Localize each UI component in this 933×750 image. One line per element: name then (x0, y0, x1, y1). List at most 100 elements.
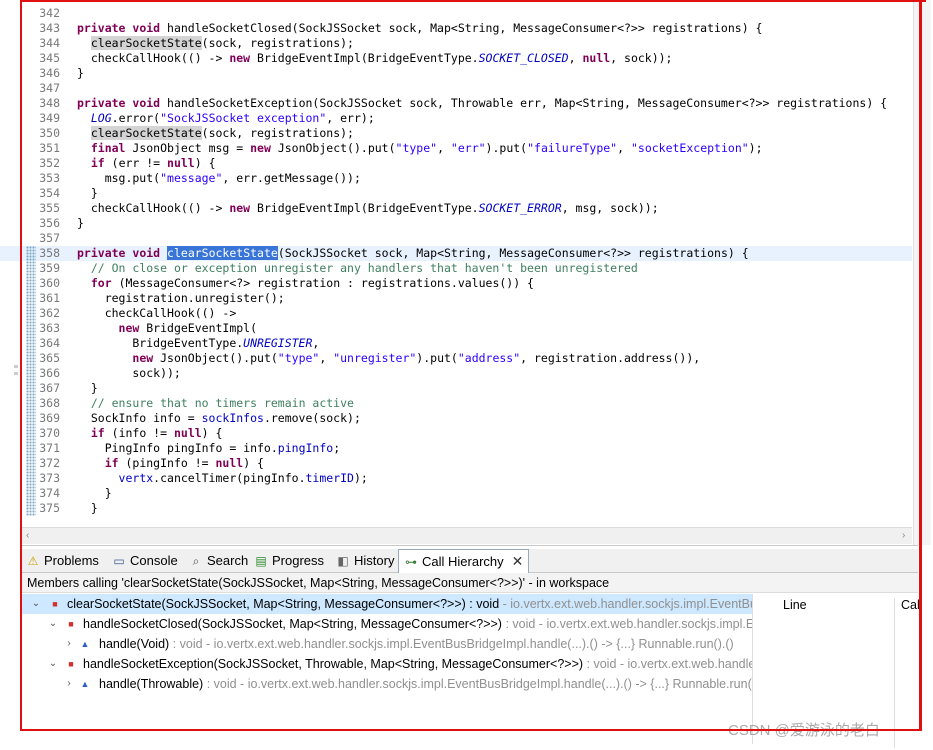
code-line[interactable]: 348 private void handleSocketException(So… (0, 96, 912, 111)
call-hierarchy-tree[interactable]: ⌄ ■ clearSocketState(SockJSSocket, Map<S… (22, 594, 752, 744)
code-line[interactable]: 371 PingInfo pingInfo = info.pingInfo; (0, 441, 912, 456)
code-text: private void handleSocketException(SockJ… (77, 96, 888, 110)
code-line[interactable]: 368 // ensure that no timers remain acti… (0, 396, 912, 411)
line-number: 373 (39, 471, 60, 485)
code-line[interactable]: 365 new JsonObject().put("type", "unregi… (0, 351, 912, 366)
code-line[interactable]: 360 for (MessageConsumer<?> registration… (0, 276, 912, 291)
code-line[interactable]: 356} (0, 216, 912, 231)
tab-call-hierarchy[interactable]: ⊶ Call Hierarchy ✕ (398, 549, 530, 574)
progress-icon: ▤ (255, 553, 267, 568)
line-number: 350 (39, 126, 60, 140)
frame-border-left (20, 0, 22, 730)
code-line[interactable]: 342 (0, 6, 912, 21)
code-line[interactable]: 351 final JsonObject msg = new JsonObjec… (0, 141, 912, 156)
code-text: } (77, 501, 98, 515)
code-line[interactable]: 345 checkCallHook(() -> new BridgeEventI… (0, 51, 912, 66)
tree-row-caller[interactable]: ⌄ ■ handleSocketClosed(SockJSSocket, Map… (22, 614, 752, 634)
code-text: if (err != null) { (90, 156, 216, 170)
tree-row-root[interactable]: ⌄ ■ clearSocketState(SockJSSocket, Map<S… (22, 594, 752, 614)
code-text: new BridgeEventImpl( (118, 321, 258, 335)
tab-label: Search (207, 553, 249, 568)
code-text: sock)); (77, 366, 181, 380)
problems-icon: ⚠ (27, 553, 39, 568)
code-line[interactable]: 375 } (0, 501, 912, 516)
code-line[interactable]: 352 if (err != null) { (0, 156, 912, 171)
code-text: if (info != null) { (90, 426, 223, 440)
code-line[interactable]: 353 msg.put("message", err.getMessage())… (0, 171, 912, 186)
view-tab-bar: ⚠ Problems ▭ Console ⌕ Search ▤ Progress… (22, 549, 918, 574)
code-text: // ensure that no timers remain active (90, 396, 354, 410)
private-method-icon: ■ (68, 619, 74, 629)
line-number: 352 (39, 156, 60, 170)
code-line[interactable]: 374 } (0, 486, 912, 501)
line-number: 344 (39, 36, 60, 50)
default-method-icon: ▲ (80, 679, 90, 689)
line-number: 353 (39, 171, 60, 185)
chevron-down-icon[interactable]: ⌄ (47, 614, 59, 634)
tree-row-text: handleSocketClosed(SockJSSocket, Map<Str… (83, 617, 752, 631)
tab-console[interactable]: ▭ Console (112, 549, 177, 572)
code-text: checkCallHook(() -> new BridgeEventImpl(… (77, 201, 659, 215)
code-line[interactable]: 362 checkCallHook(() -> (0, 306, 912, 321)
tree-row-caller[interactable]: ⌄ ■ handleSocketException(SockJSSocket, … (22, 654, 752, 674)
code-text: clearSocketState(sock, registrations); (90, 36, 354, 50)
line-number: 343 (39, 21, 60, 35)
code-line[interactable]: 359 // On close or exception unregister … (0, 261, 912, 276)
code-line[interactable]: 363 new BridgeEventImpl( (0, 321, 912, 336)
code-line[interactable]: 364 BridgeEventType.UNREGISTER, (0, 336, 912, 351)
code-line[interactable]: 354 } (0, 186, 912, 201)
code-line[interactable]: 355 checkCallHook(() -> new BridgeEventI… (0, 201, 912, 216)
horizontal-scrollbar[interactable]: ‹ › (22, 527, 912, 544)
line-number: 357 (39, 231, 60, 245)
code-line[interactable]: 357 (0, 231, 912, 246)
tab-search[interactable]: ⌕ Search (189, 549, 249, 572)
scroll-left-icon[interactable]: ‹ (26, 530, 29, 541)
code-line[interactable]: 366 sock)); (0, 366, 912, 381)
code-text: LOG.error("SockJSSocket exception", err)… (90, 111, 375, 125)
tab-history[interactable]: ◧ History (336, 549, 394, 572)
vertical-scrollbar[interactable] (913, 0, 931, 545)
tab-problems[interactable]: ⚠ Problems (26, 549, 99, 572)
close-icon[interactable]: ✕ (512, 553, 524, 570)
code-line[interactable]: 367 } (0, 381, 912, 396)
code-line[interactable]: 373 vertx.cancelTimer(pingInfo.timerID); (0, 471, 912, 486)
chevron-down-icon[interactable]: ⌄ (30, 594, 42, 614)
line-number: 362 (39, 306, 60, 320)
history-icon: ◧ (337, 553, 349, 568)
code-line[interactable]: 370 if (info != null) { (0, 426, 912, 441)
scroll-right-icon[interactable]: › (902, 530, 905, 541)
code-text: new JsonObject().put("type", "unregister… (132, 351, 701, 365)
code-text: registration.unregister(); (77, 291, 285, 305)
code-line[interactable]: 361 registration.unregister(); (0, 291, 912, 306)
frame-border-right (919, 0, 922, 730)
chevron-right-icon[interactable]: › (63, 634, 75, 654)
code-line[interactable]: 372 if (pingInfo != null) { (0, 456, 912, 471)
tab-progress[interactable]: ▤ Progress (254, 549, 324, 572)
frame-border-bottom (20, 729, 922, 731)
code-line[interactable]: 369 SockInfo info = sockInfos.remove(soc… (0, 411, 912, 426)
tab-label: History (354, 553, 395, 568)
code-line[interactable]: 346} (0, 66, 912, 81)
code-line[interactable]: 358 private void clearSocketState(SockJSS… (0, 246, 912, 261)
tree-row-caller[interactable]: › ▲ handle(Void) : void - io.vertx.ext.w… (22, 634, 752, 654)
code-line[interactable]: 350 clearSocketState(sock, registrations… (0, 126, 912, 141)
line-number: 351 (39, 141, 60, 155)
code-line[interactable]: 347 (0, 81, 912, 96)
code-editor[interactable]: 342 343 private void handleSocketClosed(So… (0, 0, 933, 545)
console-icon: ▭ (113, 553, 125, 568)
line-number: 345 (39, 51, 60, 65)
code-line[interactable]: 344 clearSocketState(sock, registrations… (0, 36, 912, 51)
chevron-right-icon[interactable]: › (63, 674, 75, 694)
code-text: checkCallHook(() -> (77, 306, 237, 320)
frame-border-top (22, 0, 926, 2)
code-text: } (77, 381, 98, 395)
tree-row-text: handle(Void) : void - io.vertx.ext.web.h… (99, 637, 734, 651)
code-text: SockInfo info = sockInfos.remove(sock); (77, 411, 361, 425)
tab-label: Problems (44, 553, 99, 568)
code-line[interactable]: 343 private void handleSocketClosed(SockJ… (0, 21, 912, 36)
code-line[interactable]: 349 LOG.error("SockJSSocket exception", … (0, 111, 912, 126)
chevron-down-icon[interactable]: ⌄ (47, 654, 59, 674)
private-method-icon: ■ (68, 659, 74, 669)
tree-row-caller[interactable]: › ▲ handle(Throwable) : void - io.vertx.… (22, 674, 752, 694)
line-number: 366 (39, 366, 60, 380)
